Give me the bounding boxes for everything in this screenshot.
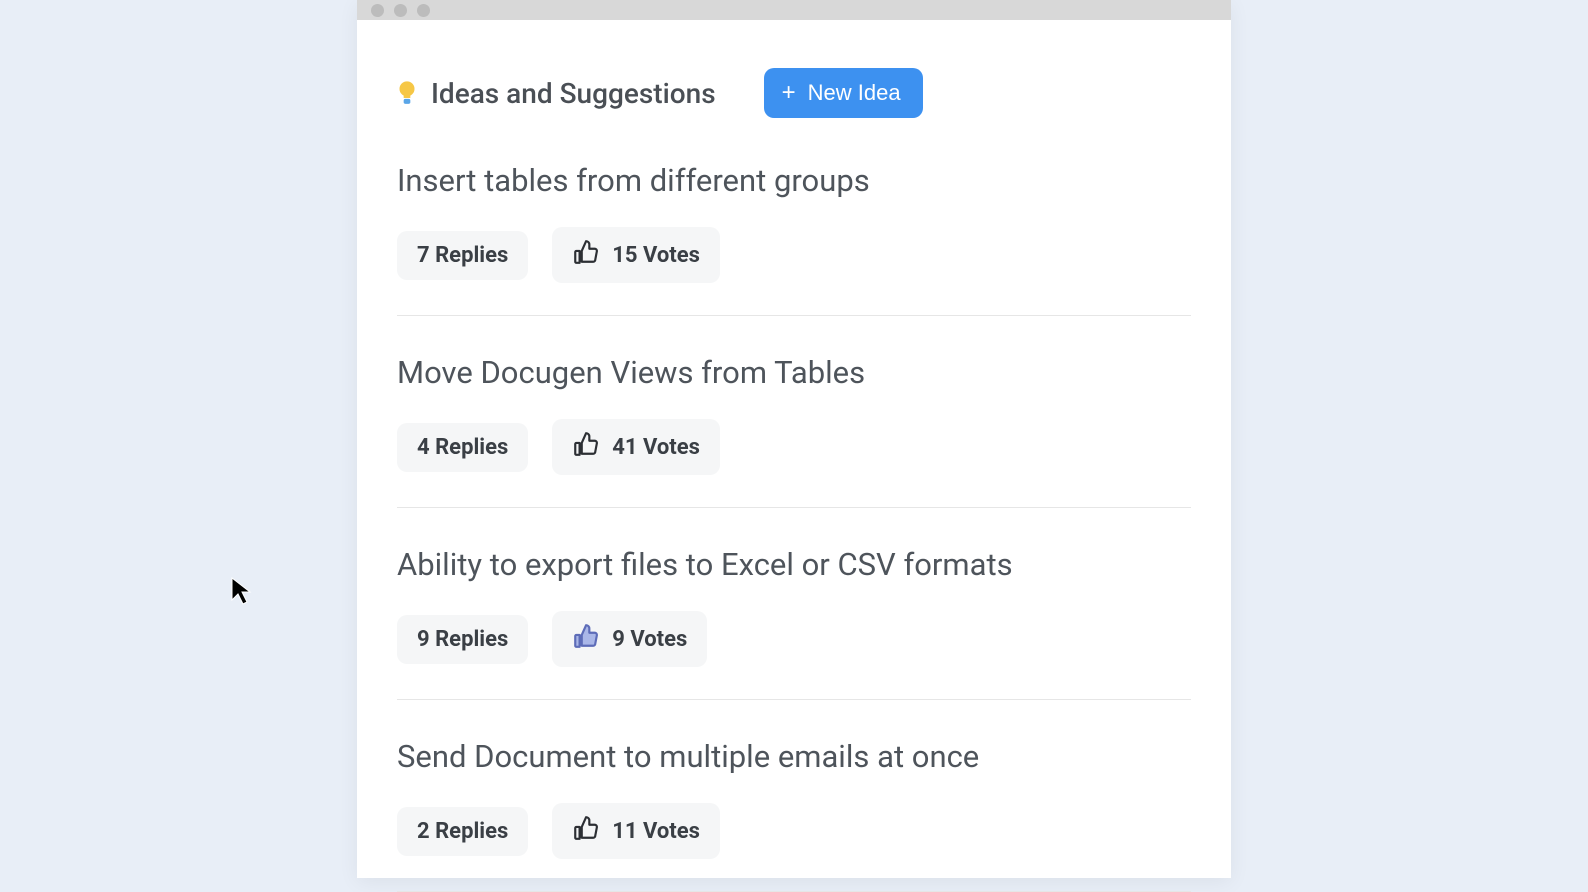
thumbs-up-icon [572,431,598,463]
idea-title[interactable]: Ability to export files to Excel or CSV … [397,546,1191,583]
idea-meta: 4 Replies 41 Votes [397,419,1191,475]
replies-pill[interactable]: 4 Replies [397,423,528,472]
app-window: Ideas and Suggestions + New Idea Insert … [357,0,1231,878]
idea-item: Send Document to multiple emails at once… [397,738,1191,892]
idea-title[interactable]: Move Docugen Views from Tables [397,354,1191,391]
idea-meta: 9 Replies 9 Votes [397,611,1191,667]
votes-pill[interactable]: 9 Votes [552,611,707,667]
close-window-button[interactable] [371,4,384,17]
minimize-window-button[interactable] [394,4,407,17]
replies-count: 2 Replies [417,819,508,844]
idea-meta: 2 Replies 11 Votes [397,803,1191,859]
votes-pill[interactable]: 15 Votes [552,227,720,283]
votes-count: 41 Votes [612,435,700,460]
idea-item: Ability to export files to Excel or CSV … [397,546,1191,700]
cursor-icon [230,576,256,610]
idea-item: Move Docugen Views from Tables 4 Replies… [397,354,1191,508]
replies-count: 4 Replies [417,435,508,460]
votes-count: 11 Votes [612,819,700,844]
lightbulb-icon [397,79,417,107]
votes-count: 15 Votes [612,243,700,268]
page-title: Ideas and Suggestions [431,77,716,110]
plus-icon: + [782,81,796,105]
page-header: Ideas and Suggestions + New Idea [397,68,1191,118]
replies-pill[interactable]: 2 Replies [397,807,528,856]
thumbs-up-icon [572,815,598,847]
main-content: Ideas and Suggestions + New Idea Insert … [357,20,1231,892]
idea-title[interactable]: Send Document to multiple emails at once [397,738,1191,775]
thumbs-up-icon [572,623,598,655]
new-idea-label: New Idea [808,80,901,106]
votes-pill[interactable]: 41 Votes [552,419,720,475]
replies-count: 9 Replies [417,627,508,652]
window-titlebar [357,0,1231,20]
votes-pill[interactable]: 11 Votes [552,803,720,859]
idea-title[interactable]: Insert tables from different groups [397,162,1191,199]
replies-pill[interactable]: 9 Replies [397,615,528,664]
title-block: Ideas and Suggestions [397,77,716,110]
thumbs-up-icon [572,239,598,271]
idea-meta: 7 Replies 15 Votes [397,227,1191,283]
ideas-list: Insert tables from different groups 7 Re… [397,162,1191,892]
replies-count: 7 Replies [417,243,508,268]
maximize-window-button[interactable] [417,4,430,17]
new-idea-button[interactable]: + New Idea [764,68,923,118]
votes-count: 9 Votes [612,627,687,652]
idea-item: Insert tables from different groups 7 Re… [397,162,1191,316]
replies-pill[interactable]: 7 Replies [397,231,528,280]
